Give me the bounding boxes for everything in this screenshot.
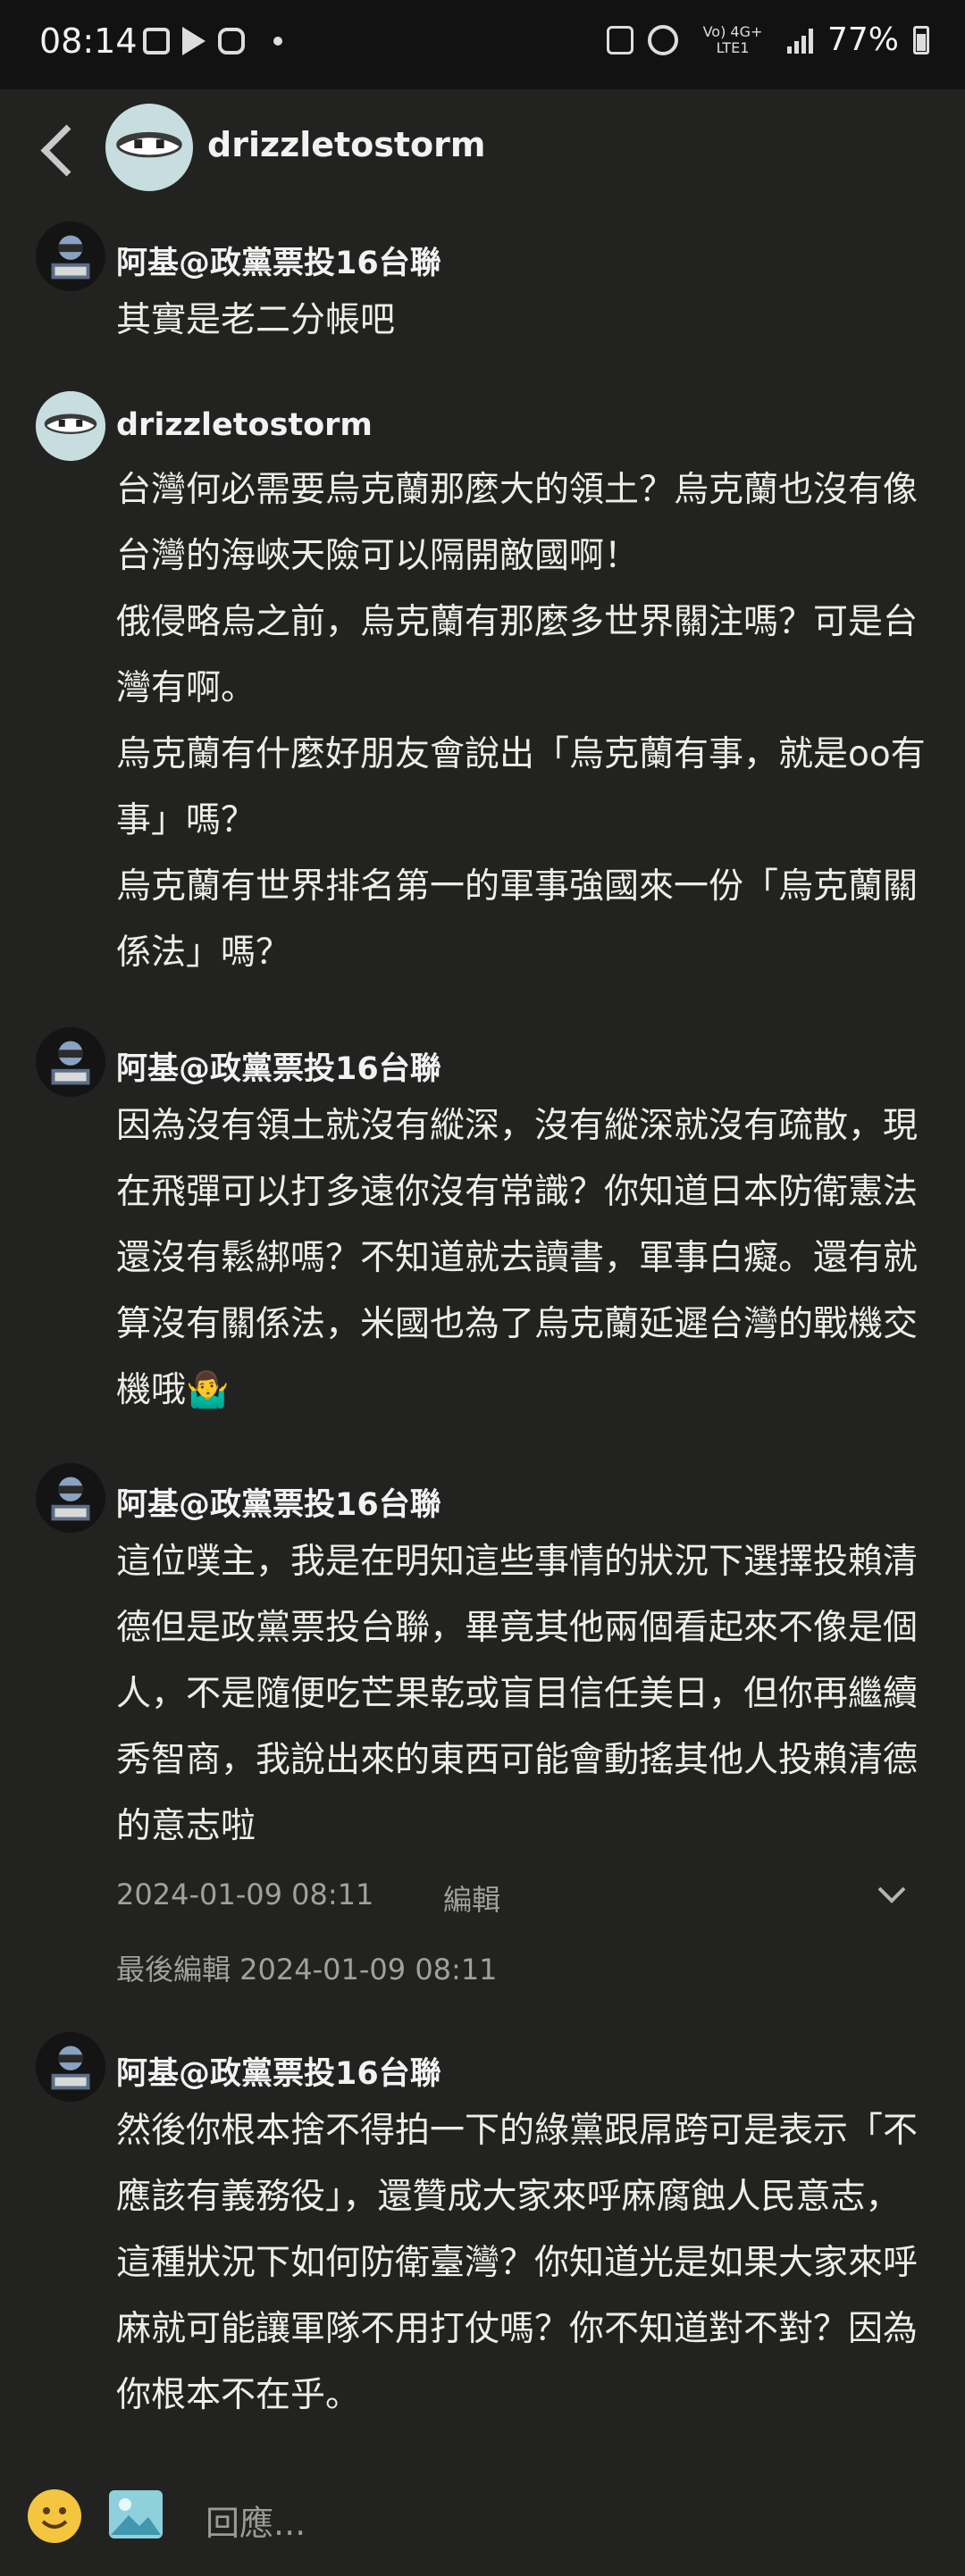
status-time: 08:14: [39, 21, 138, 61]
battery-icon: [913, 25, 929, 54]
comment-text: 因為沒有領土就沒有縱深，沒有縱深就沒有疏散，現在飛彈可以打多遠你沒有常識？你知道…: [116, 1106, 919, 1410]
conversation-header: drizzletostorm: [0, 89, 965, 205]
network-indicator: Vo) 4G+ LTE1: [702, 22, 763, 56]
comment-body: 這位噗主，我是在明知這些事情的狀況下選擇投賴清德但是政黨票投台聯，畢竟其他兩個看…: [116, 1529, 929, 1860]
gallery-icon: [143, 28, 170, 54]
play-store-icon: [182, 27, 206, 55]
avatar[interactable]: [36, 1463, 105, 1533]
status-bar: 08:14 Vo) 4G+ LTE1 77%: [0, 0, 965, 89]
avatar[interactable]: [36, 391, 105, 461]
last-edited-label: 最後編輯 2024-01-09 08:11: [116, 1953, 498, 1986]
comment-text: 俄侵略烏之前，烏克蘭有那麼多世界關注嗎？可是台灣有啊。: [116, 602, 919, 708]
comment-text: 烏克蘭有什麼好朋友會說出「烏克蘭有事，就是oo有事」嗎？: [116, 734, 926, 841]
comment-text: 烏克蘭有世界排名第一的軍事強國來一份「烏克蘭關係法」嗎？: [116, 866, 919, 973]
comment-text: 其實是老二分帳吧: [116, 300, 396, 340]
comment-text: 這位噗主，我是在明知這些事情的狀況下選擇投賴清德但是政黨票投台聯，畢竟其他兩個看…: [116, 1542, 919, 1846]
header-username[interactable]: drizzletostorm: [207, 125, 486, 164]
comment-body: 台灣何必需要烏克蘭那麼大的領土？烏克蘭也沒有像台灣的海峽天險可以隔開敵國啊！ 俄…: [116, 457, 929, 986]
user-avatar[interactable]: [105, 104, 193, 191]
avatar[interactable]: [36, 2032, 105, 2102]
system-icons: Vo) 4G+ LTE1 77%: [606, 21, 929, 58]
avatar[interactable]: [36, 1027, 105, 1097]
instagram-icon: [218, 28, 245, 54]
comment-timestamp: 2024-01-09 08:11: [116, 1878, 374, 1911]
data-saver-icon: [606, 25, 634, 54]
emoji-icon[interactable]: [27, 2488, 82, 2544]
alarm-icon: [647, 24, 678, 55]
chevron-down-icon[interactable]: [876, 1878, 908, 1911]
reply-bar: 回應...: [0, 2465, 965, 2576]
battery-percent: 77%: [827, 21, 899, 58]
comment-text: 台灣何必需要烏克蘭那麼大的領土？烏克蘭也沒有像台灣的海峽天險可以隔開敵國啊！: [116, 470, 919, 576]
notification-icons: [143, 27, 282, 55]
more-notifications-icon: [273, 37, 282, 46]
edit-button[interactable]: 編輯: [443, 1878, 500, 1919]
comment-body: 然後你根本捨不得拍一下的綠黨跟屌跨可是表示「不應該有義務役」，還贊成大家來呼麻腐…: [116, 2098, 929, 2429]
comment-author[interactable]: 阿基@政黨票投16台聯: [116, 1043, 441, 1089]
reply-input[interactable]: 回應...: [206, 2496, 306, 2545]
signal-icon: [786, 27, 813, 54]
avatar[interactable]: [36, 222, 105, 291]
comment-body: 其實是老二分帳吧: [116, 288, 929, 354]
back-button[interactable]: [32, 116, 86, 179]
comment-text: 然後你根本捨不得拍一下的綠黨跟屌跨可是表示「不應該有義務役」，還贊成大家來呼麻腐…: [116, 2111, 919, 2415]
comment-author[interactable]: drizzletostorm: [116, 407, 373, 443]
comment-body: 因為沒有領土就沒有縱深，沒有縱深就沒有疏散，現在飛彈可以打多遠你沒有常識？你知道…: [116, 1093, 929, 1424]
image-icon[interactable]: [107, 2488, 164, 2540]
comment-author[interactable]: 阿基@政黨票投16台聯: [116, 2048, 441, 2094]
comment-author[interactable]: 阿基@政黨票投16台聯: [116, 238, 441, 283]
comment-author[interactable]: 阿基@政黨票投16台聯: [116, 1479, 441, 1525]
